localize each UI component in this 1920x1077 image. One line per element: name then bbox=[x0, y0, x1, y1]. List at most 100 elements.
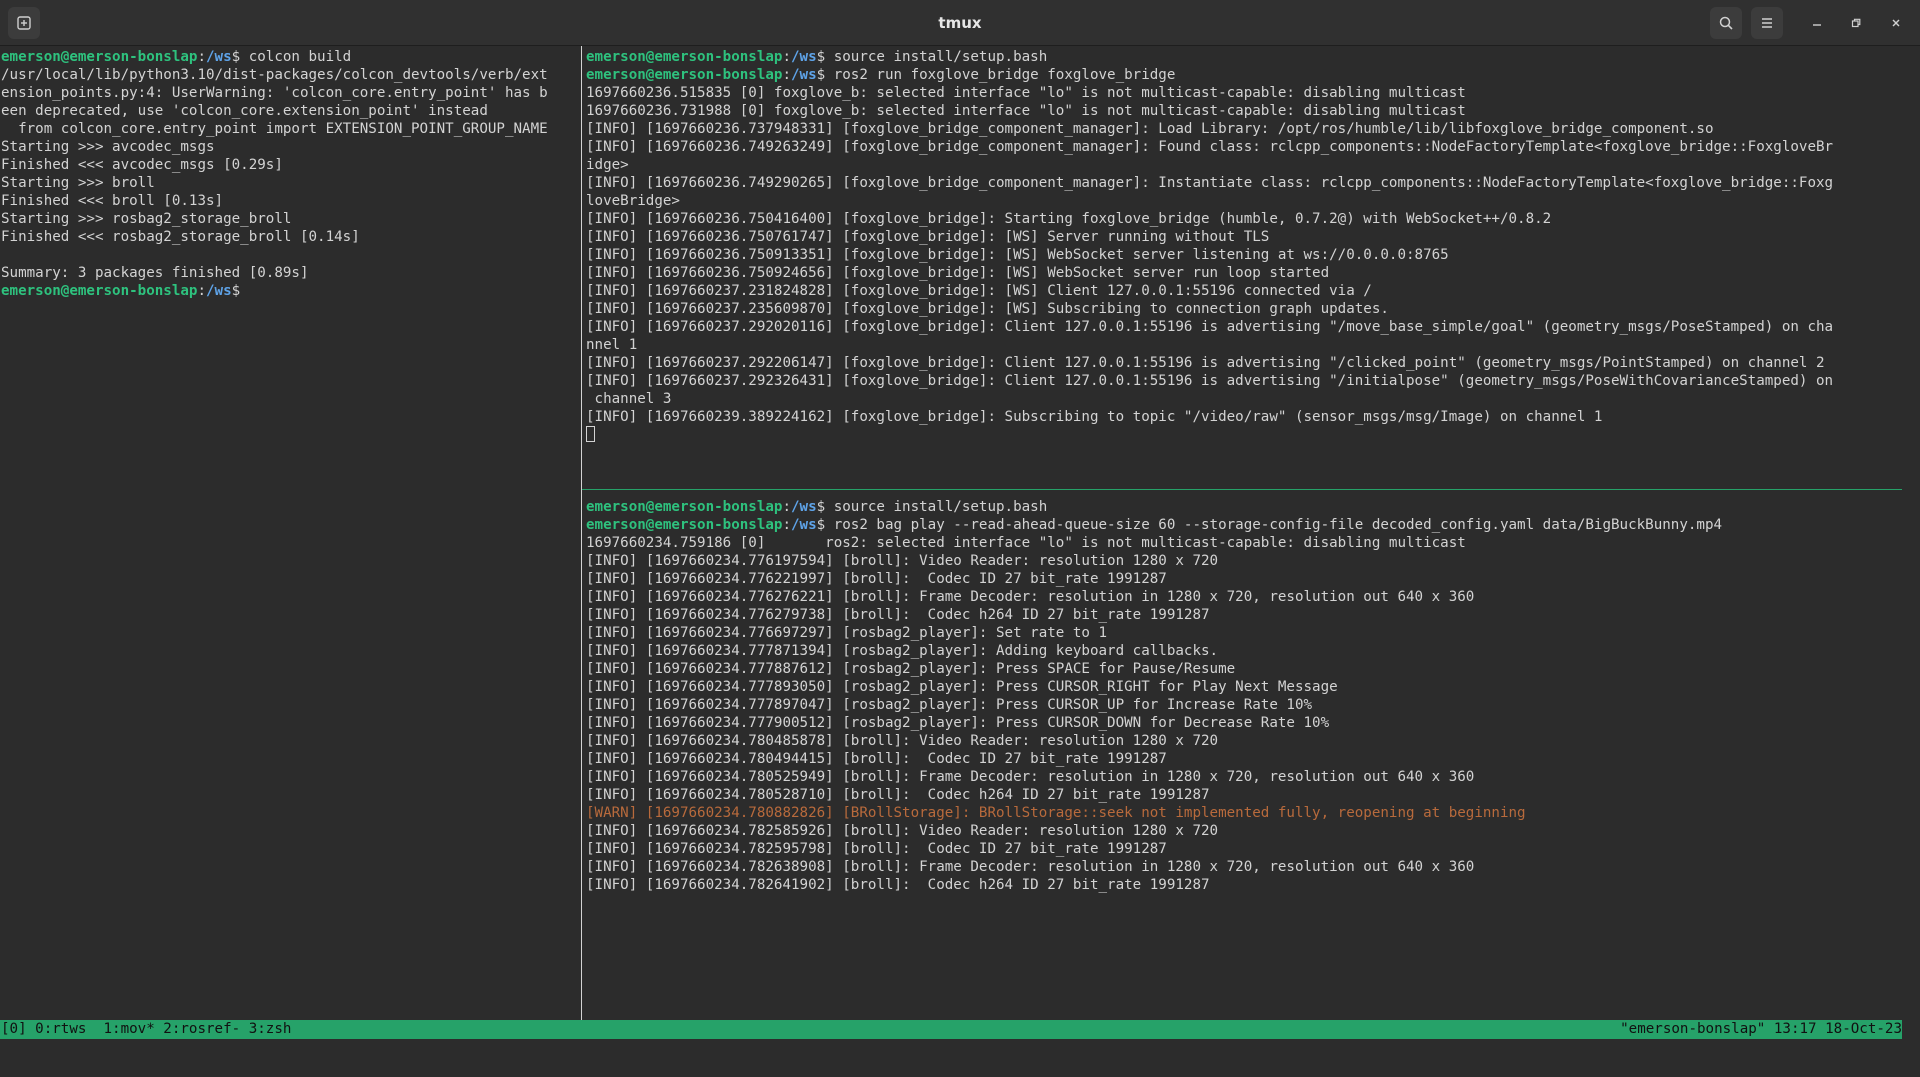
window-title: tmux bbox=[938, 14, 982, 32]
output-text: [INFO] [1697660234.782638908] [broll]: F… bbox=[586, 859, 1475, 875]
prompt-separator: : bbox=[782, 499, 792, 515]
terminal-line: [INFO] [1697660236.749263249] [foxglove_… bbox=[586, 138, 1902, 156]
prompt-symbol: $ bbox=[816, 49, 826, 65]
terminal-line: [INFO] [1697660234.782641902] [broll]: C… bbox=[586, 876, 1902, 894]
terminal-line: [INFO] [1697660237.292326431] [foxglove_… bbox=[586, 372, 1902, 390]
output-text: [INFO] [1697660236.749290265] [foxglove_… bbox=[586, 175, 1834, 191]
prompt-line: emerson@emerson-bonslap:/ws$ source inst… bbox=[586, 498, 1902, 516]
output-text: [INFO] [1697660234.776197594] [broll]: V… bbox=[586, 553, 1219, 569]
output-text: [INFO] [1697660237.231824828] [foxglove_… bbox=[586, 283, 1372, 299]
output-text: [INFO] [1697660234.777887612] [rosbag2_p… bbox=[586, 661, 1236, 677]
tmux-pane-bottom-right[interactable]: emerson@emerson-bonslap:/ws$ source inst… bbox=[586, 498, 1902, 1018]
prompt-separator: : bbox=[197, 283, 207, 299]
terminal-line: [INFO] [1697660234.776279738] [broll]: C… bbox=[586, 606, 1902, 624]
terminal-line: 1697660236.515835 [0] foxglove_b: select… bbox=[586, 84, 1902, 102]
prompt-separator: : bbox=[782, 67, 792, 83]
tmux-pane-left[interactable]: emerson@emerson-bonslap:/ws$ colcon buil… bbox=[1, 48, 579, 1018]
terminal-line: [INFO] [1697660236.749290265] [foxglove_… bbox=[586, 174, 1902, 192]
output-text: Finished <<< broll [0.13s] bbox=[1, 193, 224, 209]
search-icon bbox=[1718, 15, 1734, 31]
terminal-line: [INFO] [1697660234.777887612] [rosbag2_p… bbox=[586, 660, 1902, 678]
output-text: Summary: 3 packages finished [0.89s] bbox=[1, 265, 309, 281]
output-text: 1697660236.515835 [0] foxglove_b: select… bbox=[586, 85, 1466, 101]
output-text: [INFO] [1697660236.750416400] [foxglove_… bbox=[586, 211, 1552, 227]
prompt-path: /ws bbox=[791, 517, 817, 533]
output-text: nnel 1 bbox=[586, 337, 638, 353]
command-text: ros2 bag play --read-ahead-queue-size 60… bbox=[825, 517, 1723, 533]
minimize-button[interactable] bbox=[1805, 11, 1829, 35]
output-text: 1697660234.759186 [0] ros2: selected int… bbox=[586, 535, 1466, 551]
prompt-line: emerson@emerson-bonslap:/ws$ source inst… bbox=[586, 48, 1902, 66]
output-text: [INFO] [1697660234.777900512] [rosbag2_p… bbox=[586, 715, 1330, 731]
output-text: from colcon_core.entry_point import EXTE… bbox=[1, 121, 548, 137]
terminal-cursor bbox=[586, 426, 595, 442]
terminal-line: idge> bbox=[586, 156, 1902, 174]
warning-text: [WARN] [1697660234.780882826] [BRollStor… bbox=[586, 805, 1526, 821]
output-text: [INFO] [1697660234.777871394] [rosbag2_p… bbox=[586, 643, 1219, 659]
command-text: colcon build bbox=[240, 49, 352, 65]
output-text: ension_points.py:4: UserWarning: 'colcon… bbox=[1, 85, 548, 101]
output-text: [INFO] [1697660236.750913351] [foxglove_… bbox=[586, 247, 1449, 263]
output-text: Starting >>> rosbag2_storage_broll bbox=[1, 211, 292, 227]
terminal-line: [INFO] [1697660234.777897047] [rosbag2_p… bbox=[586, 696, 1902, 714]
prompt-path: /ws bbox=[791, 49, 817, 65]
pane-divider-vertical[interactable] bbox=[581, 46, 582, 1020]
menu-button[interactable] bbox=[1751, 7, 1783, 39]
prompt-symbol: $ bbox=[816, 517, 826, 533]
terminal-line: [INFO] [1697660236.737948331] [foxglove_… bbox=[586, 120, 1902, 138]
output-text: [INFO] [1697660234.780494415] [broll]: C… bbox=[586, 751, 1167, 767]
prompt-line: emerson@emerson-bonslap:/ws$ colcon buil… bbox=[1, 48, 579, 66]
terminal-line: ension_points.py:4: UserWarning: 'colcon… bbox=[1, 84, 579, 102]
terminal-line: channel 3 bbox=[586, 390, 1902, 408]
terminal-line: [INFO] [1697660234.780494415] [broll]: C… bbox=[586, 750, 1902, 768]
output-text: [INFO] [1697660234.782585926] [broll]: V… bbox=[586, 823, 1219, 839]
output-text: [INFO] [1697660234.780525949] [broll]: F… bbox=[586, 769, 1475, 785]
terminal-line: [INFO] [1697660236.750416400] [foxglove_… bbox=[586, 210, 1902, 228]
tmux-status-right: "emerson-bonslap" 13:17 18-Oct-23 bbox=[1620, 1021, 1902, 1037]
tmux-status-bar: [0] 0:rtws 1:mov* 2:rosref- 3:zsh "emers… bbox=[0, 1020, 1902, 1039]
terminal-line: Summary: 3 packages finished [0.89s] bbox=[1, 264, 579, 282]
output-text: 1697660236.731988 [0] foxglove_b: select… bbox=[586, 103, 1466, 119]
prompt-line: emerson@emerson-bonslap:/ws$ bbox=[1, 282, 579, 300]
prompt-separator: : bbox=[782, 517, 792, 533]
output-text: Finished <<< avcodec_msgs [0.29s] bbox=[1, 157, 283, 173]
output-text: [INFO] [1697660234.782595798] [broll]: C… bbox=[586, 841, 1167, 857]
output-text: [INFO] [1697660234.780528710] [broll]: C… bbox=[586, 787, 1210, 803]
terminal-line: [INFO] [1697660234.777900512] [rosbag2_p… bbox=[586, 714, 1902, 732]
terminal-line: [INFO] [1697660234.782638908] [broll]: F… bbox=[586, 858, 1902, 876]
terminal-line: nnel 1 bbox=[586, 336, 1902, 354]
prompt-user-host: emerson@emerson-bonslap bbox=[586, 499, 783, 515]
hamburger-menu-icon bbox=[1759, 15, 1775, 31]
close-button[interactable] bbox=[1884, 11, 1908, 35]
terminal-line: [INFO] [1697660234.780525949] [broll]: F… bbox=[586, 768, 1902, 786]
terminal-line: from colcon_core.entry_point import EXTE… bbox=[1, 120, 579, 138]
terminal-line: [INFO] [1697660234.780528710] [broll]: C… bbox=[586, 786, 1902, 804]
search-button[interactable] bbox=[1710, 7, 1742, 39]
output-text: Starting >>> avcodec_msgs bbox=[1, 139, 215, 155]
terminal-line: [INFO] [1697660234.776276221] [broll]: F… bbox=[586, 588, 1902, 606]
close-icon bbox=[1890, 14, 1902, 33]
output-text: [INFO] [1697660237.292326431] [foxglove_… bbox=[586, 373, 1834, 389]
prompt-path: /ws bbox=[206, 49, 232, 65]
tmux-window-list[interactable]: [0] 0:rtws 1:mov* 2:rosref- 3:zsh bbox=[1, 1020, 291, 1039]
prompt-separator: : bbox=[782, 49, 792, 65]
terminal-line: Starting >>> avcodec_msgs bbox=[1, 138, 579, 156]
terminal-line: [INFO] [1697660234.782595798] [broll]: C… bbox=[586, 840, 1902, 858]
output-text: [INFO] [1697660236.749263249] [foxglove_… bbox=[586, 139, 1834, 155]
pane-divider-horizontal[interactable] bbox=[582, 489, 1902, 490]
prompt-user-host: emerson@emerson-bonslap bbox=[1, 283, 198, 299]
output-text: Starting >>> broll bbox=[1, 175, 155, 191]
terminal-line: [INFO] [1697660234.776221997] [broll]: C… bbox=[586, 570, 1902, 588]
command-text: source install/setup.bash bbox=[825, 499, 1048, 515]
maximize-icon bbox=[1850, 14, 1862, 33]
command-text: source install/setup.bash bbox=[825, 49, 1048, 65]
output-text: Finished <<< rosbag2_storage_broll [0.14… bbox=[1, 229, 360, 245]
maximize-button[interactable] bbox=[1844, 11, 1868, 35]
terminal-line: Starting >>> broll bbox=[1, 174, 579, 192]
terminal-line: [INFO] [1697660239.389224162] [foxglove_… bbox=[586, 408, 1902, 426]
output-text: [INFO] [1697660236.750924656] [foxglove_… bbox=[586, 265, 1330, 281]
terminal-line: 1697660236.731988 [0] foxglove_b: select… bbox=[586, 102, 1902, 120]
output-text: [INFO] [1697660234.776276221] [broll]: F… bbox=[586, 589, 1475, 605]
tmux-pane-top-right[interactable]: emerson@emerson-bonslap:/ws$ source inst… bbox=[586, 48, 1902, 486]
output-text: channel 3 bbox=[586, 391, 672, 407]
